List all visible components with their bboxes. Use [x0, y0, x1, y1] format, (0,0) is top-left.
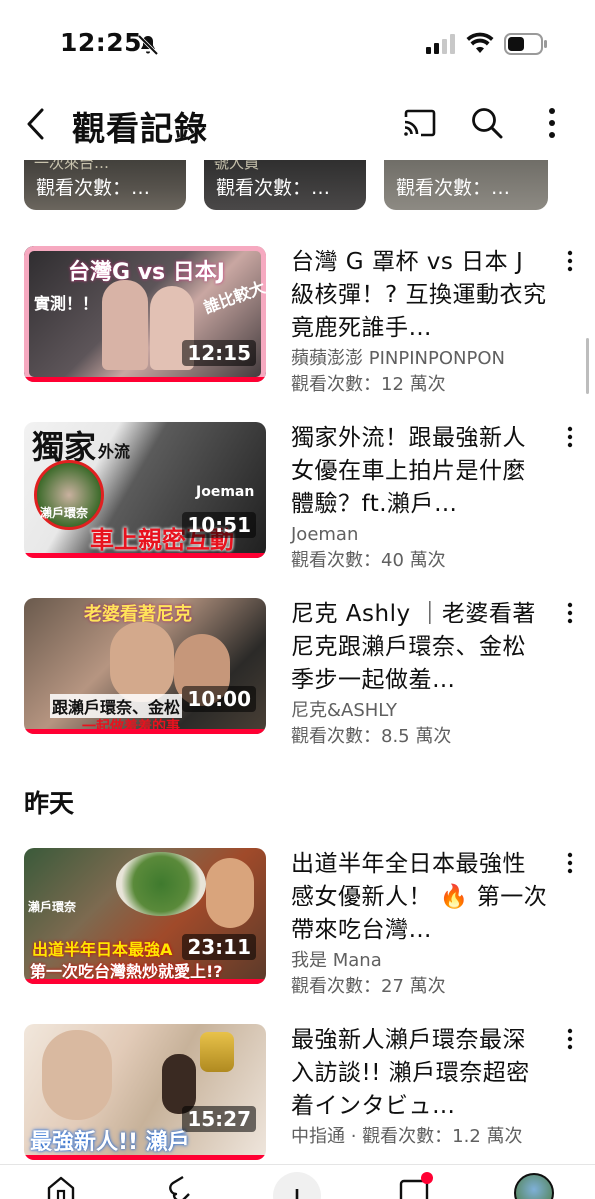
signal-icon — [426, 34, 455, 54]
create-icon[interactable] — [272, 1171, 322, 1199]
history-video-item[interactable]: 瀨戶環奈 出道半年日本最強A 第一次吃台灣熱炒就愛上!? 23:11 出道半年全… — [0, 848, 595, 997]
thumb-caption: 外流 — [98, 442, 131, 461]
video-channel[interactable]: 蘋蘋澎澎 PINPINPONPON — [291, 346, 505, 372]
bell-muted-icon — [137, 34, 159, 56]
video-channel[interactable]: Joeman — [291, 522, 358, 548]
thumb-mask — [200, 1032, 234, 1072]
video-title[interactable]: 獨家外流！跟最強新人女優在車上拍片是什麼體驗？ft.瀨戶… — [291, 422, 549, 521]
video-duration: 23:11 — [182, 934, 256, 960]
thumb-figure — [206, 858, 254, 928]
video-duration: 12:15 — [182, 340, 256, 366]
wifi-icon — [466, 32, 494, 53]
video-thumbnail[interactable]: 瀨戶環奈 出道半年日本最強A 第一次吃台灣熱炒就愛上!? 23:11 — [24, 848, 266, 984]
video-channel-views[interactable]: 中指通 · 觀看次數：1.2 萬次 — [291, 1124, 523, 1150]
video-channel[interactable]: 尼克&ASHLY — [291, 698, 397, 724]
battery-icon — [504, 33, 547, 55]
app-header: 觀看記錄 — [0, 90, 595, 160]
video-views: 觀看次數：8.5 萬次 — [291, 726, 452, 747]
search-icon[interactable] — [470, 106, 504, 140]
thumb-dish — [116, 852, 206, 916]
thumb-caption: 跟瀨戶環奈、金松 — [50, 694, 183, 718]
history-video-item[interactable]: 獨家 外流 瀨戶環奈 Joeman 車上親密互動 10:51 獨家外流！跟最強新… — [0, 422, 595, 571]
video-thumbnail[interactable]: 獨家 外流 瀨戶環奈 Joeman 車上親密互動 10:51 — [24, 422, 266, 558]
video-thumbnail[interactable]: 老婆看著尼克 跟瀨戶環奈、金松 一起做羞羞的事 10:00 — [24, 598, 266, 734]
shorts-icon[interactable] — [164, 1175, 194, 1199]
partial-views: 觀看次數：… — [36, 177, 151, 199]
watch-progress-bar — [24, 729, 266, 734]
thumb-caption: 實測！！ — [34, 294, 99, 313]
thumb-caption: 瀨戶環奈 — [40, 506, 89, 520]
partial-views: 觀看次數：… — [396, 177, 511, 199]
home-icon[interactable] — [46, 1175, 76, 1199]
thumb-figure — [42, 1030, 112, 1120]
video-title[interactable]: 尼克 Ashly ｜老婆看著尼克跟瀨戶環奈、金松季步一起做羞… — [291, 598, 549, 697]
avatar[interactable] — [514, 1173, 554, 1199]
more-vert-icon[interactable] — [564, 1028, 576, 1050]
video-views: 觀看次數：12 萬次 — [291, 374, 446, 395]
video-duration: 10:00 — [182, 686, 256, 712]
more-vert-icon[interactable] — [564, 852, 576, 874]
scrollbar-thumb[interactable] — [586, 338, 589, 394]
thumb-caption: Joeman — [196, 484, 255, 500]
thumb-caption: 台灣G vs 日本J — [68, 260, 225, 285]
more-vert-icon[interactable] — [564, 426, 576, 448]
video-duration: 15:27 — [182, 1106, 256, 1132]
thumb-figure — [110, 622, 174, 702]
thumb-figure — [102, 280, 148, 370]
video-title[interactable]: 出道半年全日本最強性感女優新人！ 🔥 第一次帶來吃台灣… — [291, 848, 549, 947]
video-channel[interactable]: 我是 Mana — [291, 948, 382, 974]
video-thumbnail[interactable]: 台灣G vs 日本J 實測！！ 誰比較大 12:15 — [24, 246, 266, 382]
video-title[interactable]: 最強新人瀨戶環奈最深入訪談!! 瀨戶環奈超密着インタビュ… — [291, 1024, 549, 1123]
thumb-caption: 最強新人!! 瀨戶 — [30, 1130, 190, 1155]
more-vert-icon[interactable] — [545, 106, 559, 140]
video-duration: 10:51 — [182, 512, 256, 538]
status-time: 12:25 — [60, 28, 143, 57]
section-heading-yesterday: 昨天 — [24, 789, 75, 818]
history-video-item[interactable]: 最強新人!! 瀨戶 15:27 最強新人瀨戶環奈最深入訪談!! 瀨戶環奈超密着イ… — [0, 1024, 595, 1164]
video-views: 觀看次數：40 萬次 — [291, 550, 446, 571]
partial-views: 觀看次數：… — [216, 177, 331, 199]
more-vert-icon[interactable] — [564, 602, 576, 624]
watch-progress-bar — [24, 979, 266, 984]
back-arrow-icon[interactable] — [22, 106, 50, 142]
cast-icon[interactable] — [402, 108, 438, 138]
video-views: 觀看次數：27 萬次 — [291, 976, 446, 997]
video-title[interactable]: 台灣 G 罩杯 vs 日本 J 級核彈！? 互換運動衣究竟鹿死誰手… — [291, 246, 549, 345]
watch-progress-bar — [24, 377, 266, 382]
thumb-caption: 出道半年日本最強A — [32, 940, 173, 959]
watch-progress-bar — [24, 553, 266, 558]
video-thumbnail[interactable]: 最強新人!! 瀨戶 15:27 — [24, 1024, 266, 1160]
bottom-navigation — [0, 1164, 595, 1199]
status-bar: 12:25 — [0, 0, 595, 90]
subscriptions-icon[interactable] — [398, 1171, 434, 1199]
thumb-figure — [162, 1054, 196, 1114]
watch-progress-bar — [24, 1155, 266, 1160]
thumb-caption: 瀨戶環奈 — [28, 900, 77, 914]
history-video-item[interactable]: 老婆看著尼克 跟瀨戶環奈、金松 一起做羞羞的事 10:00 尼克 Ashly ｜… — [0, 598, 595, 747]
history-video-item[interactable]: 台灣G vs 日本J 實測！！ 誰比較大 12:15 台灣 G 罩杯 vs 日本… — [0, 246, 595, 395]
page-title: 觀看記錄 — [72, 109, 208, 148]
more-vert-icon[interactable] — [564, 250, 576, 272]
